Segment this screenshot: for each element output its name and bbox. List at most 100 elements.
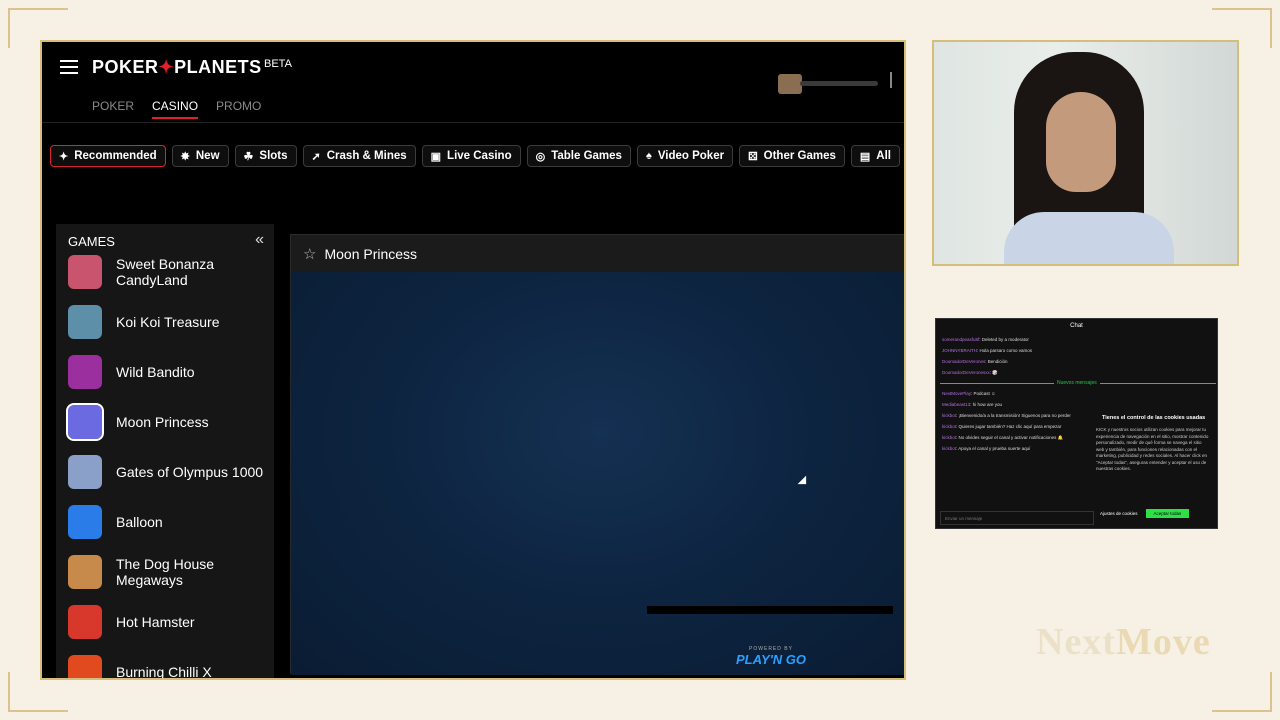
chat-username[interactable]: kickbot: [942, 435, 956, 440]
chat-username[interactable]: somerandpeasfu8f: [942, 337, 979, 342]
chat-text: Hola parsaro como vamos: [979, 348, 1033, 353]
chat-text: Podcast ☺: [973, 391, 996, 396]
screen-capture: POKER✦PLANETS BETA POKER CASINO PROMO ✦ R…: [40, 40, 906, 680]
category-all[interactable]: ▤ All: [850, 145, 900, 167]
cookie-accept-button[interactable]: Aceptar todas: [1145, 509, 1190, 518]
game-item[interactable]: Gates of Olympus 1000: [68, 447, 268, 497]
category-label: Live Casino: [447, 150, 512, 162]
category-slots[interactable]: ☘ Slots: [234, 145, 297, 167]
chat-username[interactable]: kickbot: [942, 446, 956, 451]
game-item[interactable]: Burning Chilli X: [68, 647, 268, 680]
game-item[interactable]: Wild Bandito: [68, 347, 268, 397]
chat-username[interactable]: Mediabeast13: [942, 402, 970, 407]
game-item[interactable]: The Dog House Megaways: [68, 547, 268, 597]
category-label: Table Games: [551, 150, 622, 162]
chat-text: hi how are you: [972, 402, 1003, 407]
category-table-games[interactable]: ◎ Table Games: [526, 145, 631, 167]
header-divider: [42, 122, 904, 123]
chat-input[interactable]: Enviar un mensaje: [940, 511, 1094, 525]
balance-bar: [800, 81, 878, 86]
game-name: Sweet Bonanza CandyLand: [116, 256, 215, 288]
chat-message: Mediabeast13: hi how are you: [942, 402, 1003, 407]
chat-text: 🎲: [992, 370, 998, 375]
chat-message: NextMovePlay: Podcast ☺: [942, 391, 996, 396]
new-messages-label: Nuevos mensajes: [1054, 380, 1100, 386]
header-edge: [890, 72, 894, 88]
category-video-poker[interactable]: ♠ Video Poker: [636, 145, 734, 167]
nav-casino[interactable]: CASINO: [152, 99, 199, 119]
category-other-games[interactable]: ⚄ Other Games: [739, 145, 845, 167]
chat-text: Bendición: [987, 359, 1008, 364]
chat-text: Deleted by a moderator: [981, 337, 1029, 342]
game-canvas[interactable]: POWERED BY PLAY'N GO: [291, 272, 904, 675]
game-thumbnail: [66, 403, 104, 441]
rocket-icon: ➚: [311, 150, 321, 163]
game-item[interactable]: Sweet Bonanza CandyLand: [68, 247, 268, 297]
game-item[interactable]: Balloon: [68, 497, 268, 547]
chat-username[interactable]: DoomadorDeVerones: [942, 359, 985, 364]
category-crash-mines[interactable]: ➚ Crash & Mines: [302, 145, 416, 167]
chat-username[interactable]: kickbot: [942, 424, 956, 429]
favorite-star-icon[interactable]: ☆: [303, 245, 316, 263]
chat-username[interactable]: DoomadorDeVeronesxx: [942, 370, 990, 375]
slots-icon: ☘: [243, 150, 254, 163]
game-name: Moon Princess: [116, 414, 209, 430]
cookie-settings-button[interactable]: Ajustes de cookies: [1096, 509, 1142, 518]
game-item[interactable]: Koi Koi Treasure: [68, 297, 268, 347]
category-label: Other Games: [763, 150, 836, 162]
menu-icon[interactable]: [60, 60, 78, 74]
chips-icon: ◎: [535, 150, 546, 163]
chat-messages: somerandpeasfu8f: Deleted by a moderator…: [942, 337, 1112, 381]
nav-poker[interactable]: POKER: [92, 99, 134, 119]
dice-icon: ⚄: [748, 150, 758, 163]
category-label: Slots: [259, 150, 288, 162]
category-label: Video Poker: [657, 150, 725, 162]
cards-icon: ♠: [645, 150, 652, 162]
game-title: Moon Princess: [324, 245, 418, 262]
game-item[interactable]: Moon Princess: [66, 397, 268, 447]
game-name: Wild Bandito: [116, 364, 195, 380]
chat-username[interactable]: JOHNNYBRAITH: [942, 348, 977, 353]
cookie-title: Tienes el control de las cookies usadas: [1102, 415, 1206, 421]
game-name: Hot Hamster: [116, 614, 195, 630]
game-thumbnail: [68, 355, 102, 389]
beta-label: BETA: [264, 58, 292, 70]
balance-widget[interactable]: [778, 74, 878, 94]
game-thumbnail: [68, 305, 102, 339]
webcam-feed: [932, 40, 1239, 266]
chat-text: Quieres jugar también? Haz clic aquí par…: [958, 424, 1062, 429]
game-item[interactable]: Hot Hamster: [68, 597, 268, 647]
main-nav: POKER CASINO PROMO: [92, 99, 261, 119]
category-live-casino[interactable]: ▣ Live Casino: [421, 145, 521, 167]
game-panel-header: ☆ Moon Princess: [291, 235, 904, 272]
chat-message: kickbot: Quieres jugar también? Haz clic…: [942, 424, 1062, 429]
game-name: Gates of Olympus 1000: [116, 464, 264, 480]
game-name: Koi Koi Treasure: [116, 314, 220, 330]
site-logo[interactable]: POKER✦PLANETS: [92, 57, 262, 78]
chat-message: kickbot: Apoya el canal y prueba suerte …: [942, 446, 1031, 451]
chat-message: kickbot: ¡Bienvenido/a a la transmisión!…: [942, 413, 1071, 418]
game-thumbnail: [68, 555, 102, 589]
chat-title: Chat: [1070, 323, 1083, 329]
category-new[interactable]: ✸ New: [171, 145, 229, 167]
chat-bot-messages: NextMovePlay: Podcast ☺ Mediabeast13: hi …: [942, 391, 1092, 457]
game-thumbnail: [68, 255, 102, 289]
chat-username[interactable]: NextMovePlay: [942, 391, 971, 396]
provider-logo: POWERED BY PLAY'N GO: [735, 646, 807, 667]
camera-icon: ▣: [430, 150, 442, 163]
chat-text: No olvides seguir el canal y activar not…: [958, 435, 1064, 440]
all-games-icon: ▤: [859, 150, 871, 163]
nav-promo[interactable]: PROMO: [216, 99, 261, 119]
game-panel: ☆ Moon Princess POWERED BY PLAY'N GO: [290, 234, 904, 675]
chat-message: somerandpeasfu8f: Deleted by a moderator: [942, 337, 1029, 342]
category-recommended[interactable]: ✦ Recommended: [50, 145, 166, 167]
game-name: Burning Chilli X: [116, 664, 212, 680]
game-thumbnail: [68, 505, 102, 539]
category-bar: ✦ Recommended ✸ New ☘ Slots ➚ Crash & Mines ▣ Liv…: [50, 145, 900, 167]
chat-message: DoomadorDeVeronesxx: 🎲: [942, 370, 998, 375]
streamer-shirt: [1004, 212, 1174, 264]
loading-bar: [647, 606, 893, 614]
game-name: The Dog House Megaways: [116, 556, 215, 588]
chat-message: kickbot: No olvides seguir el canal y ac…: [942, 435, 1064, 440]
chat-username[interactable]: kickbot: [942, 413, 956, 418]
